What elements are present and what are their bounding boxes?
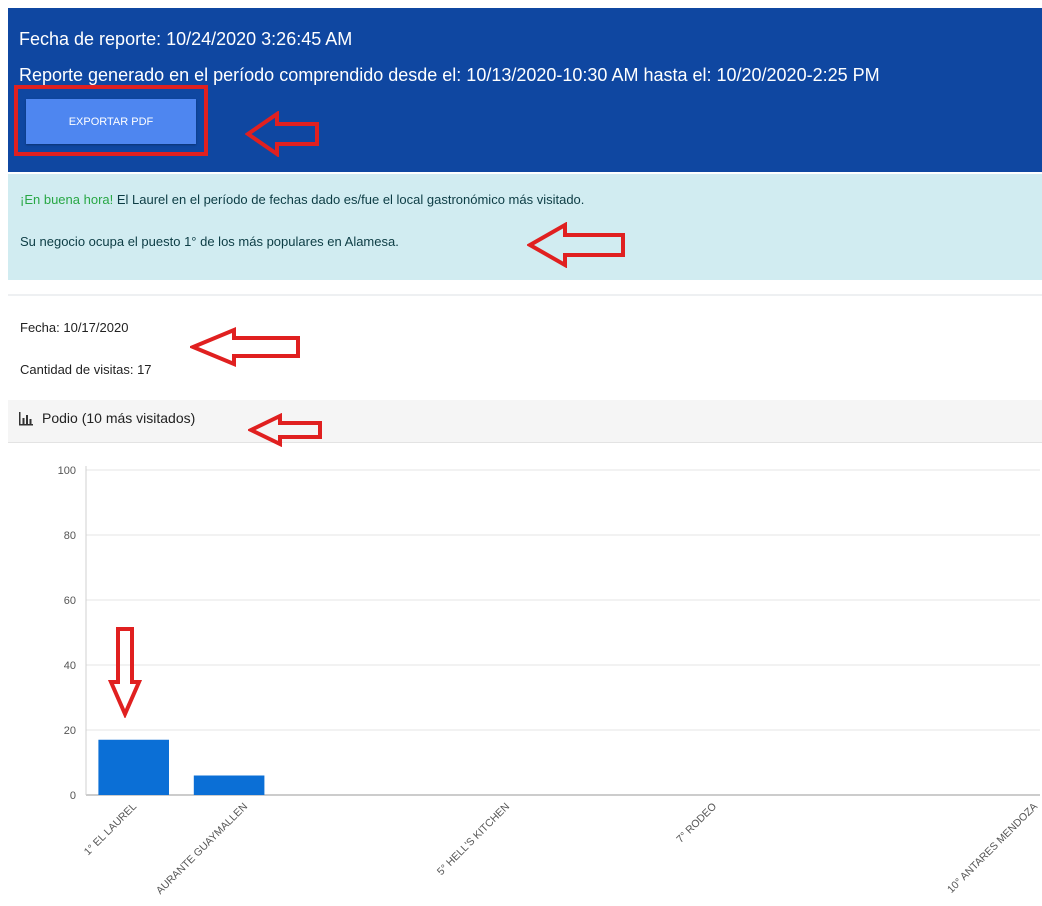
y-tick-label: 80 (64, 530, 76, 542)
podio-bar-chart: 0 20 40 60 80 100 1° EL LAUREL AURANTE GUAYMALL… (58, 465, 1040, 897)
y-tick-label: 20 (64, 725, 76, 737)
annotation-arrow-left-icon (527, 222, 625, 268)
bar-chart-icon (19, 412, 33, 426)
y-tick-label: 40 (64, 660, 76, 672)
y-tick-label: 100 (58, 465, 76, 477)
report-header: Fecha de reporte: 10/24/2020 3:26:45 AM … (8, 8, 1042, 172)
bar-1 (98, 739, 169, 795)
report-date: Fecha de reporte: 10/24/2020 3:26:45 AM (19, 29, 353, 49)
export-pdf-button[interactable]: EXPORTAR PDF (26, 99, 196, 144)
x-tick-label-10: 10° ANTARES MENDOZA (945, 801, 1040, 896)
x-tick-label-2: AURANTE GUAYMALLEN (154, 801, 250, 897)
success-alert: ¡En buena hora! El Laurel en el período … (8, 174, 1042, 280)
alert-message: El Laurel en el período de fechas dado e… (113, 192, 585, 207)
divider (8, 294, 1042, 296)
y-tick-label: 0 (70, 790, 76, 802)
annotation-arrow-left-icon (245, 111, 319, 157)
x-tick-label-1: 1° EL LAUREL (82, 801, 140, 859)
podio-header: Podio (10 más visitados) (8, 400, 1042, 443)
x-tick-label-5: 5° HELL'S KITCHEN (435, 801, 512, 878)
visitas-label: Cantidad de visitas: 17 (20, 362, 152, 377)
fecha-label: Fecha: 10/17/2020 (20, 320, 129, 335)
alert-highlight: ¡En buena hora! (20, 192, 114, 207)
report-period: Reporte generado en el período comprendi… (19, 65, 880, 85)
alert-rank: Su negocio ocupa el puesto 1° de los más… (20, 234, 399, 249)
annotation-arrow-down-icon (108, 627, 142, 718)
annotation-arrow-left-icon (190, 327, 300, 367)
x-tick-label-7: 7° RODEO (674, 801, 719, 846)
podio-title: Podio (10 más visitados) (42, 410, 196, 426)
y-tick-label: 60 (64, 595, 76, 607)
bar-2 (193, 775, 265, 795)
